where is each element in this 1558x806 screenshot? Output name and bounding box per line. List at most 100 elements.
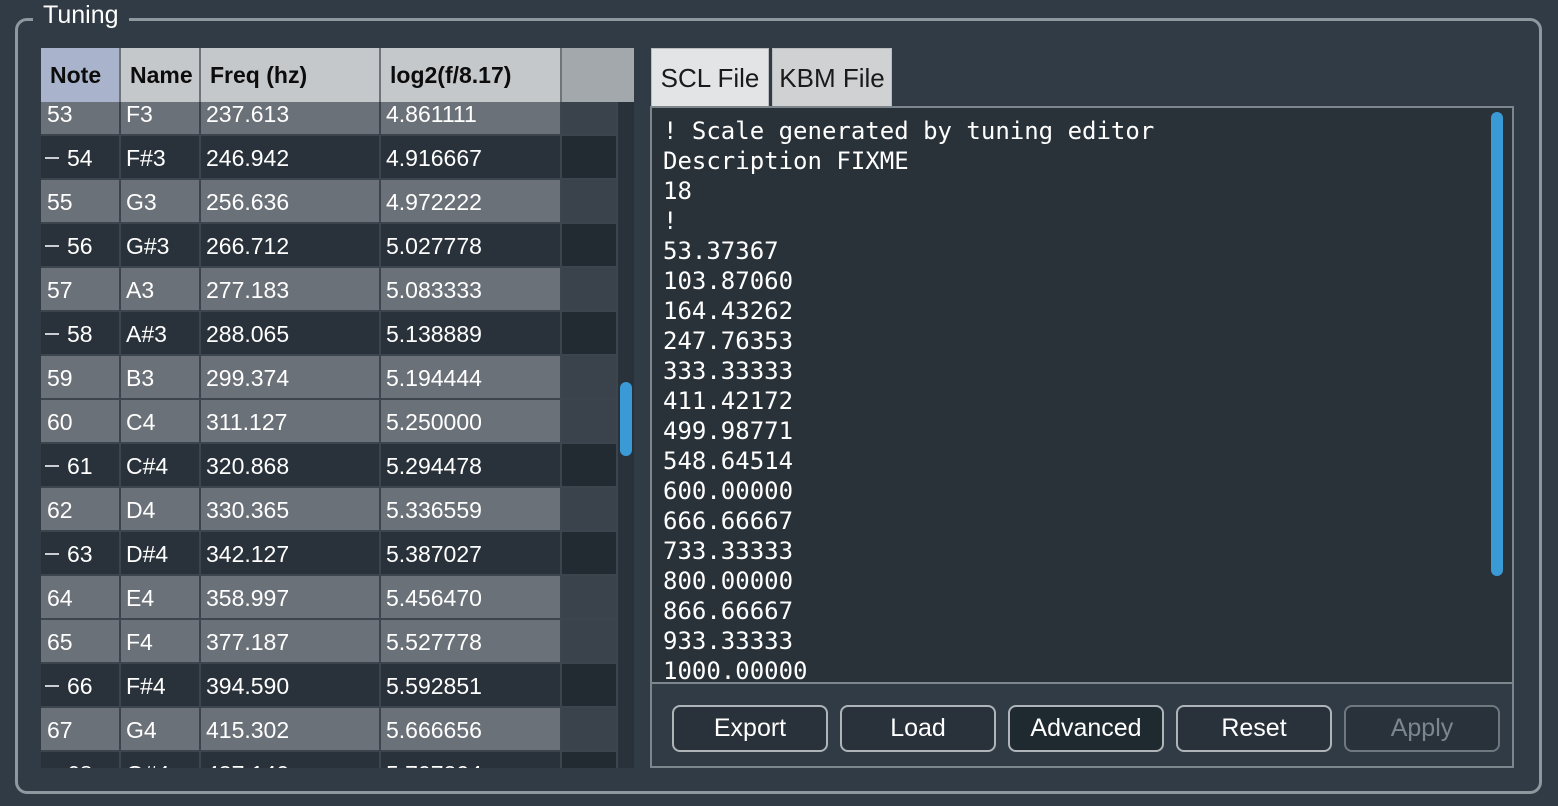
- name-cell: C#4: [121, 444, 201, 488]
- reset-button[interactable]: Reset: [1176, 705, 1332, 752]
- column-header-name[interactable]: Name: [121, 48, 201, 102]
- empty-cell: [562, 136, 618, 180]
- table-row[interactable]: 61 C#4 320.868 5.294478: [41, 444, 618, 488]
- name-cell: G#4: [121, 752, 201, 768]
- log2-cell: 5.138889: [381, 312, 562, 356]
- name-cell: A3: [121, 268, 201, 312]
- note-cell: 59: [41, 356, 121, 400]
- editor-line: ! Scale generated by tuning editor: [663, 117, 1155, 145]
- editor-line: 733.33333: [663, 537, 794, 565]
- empty-cell: [562, 312, 618, 356]
- name-cell: B3: [121, 356, 201, 400]
- editor-line: !: [663, 207, 678, 235]
- note-cell: 67: [41, 708, 121, 752]
- log2-cell: 5.250000: [381, 400, 562, 444]
- log2-cell: 5.083333: [381, 268, 562, 312]
- editor-line: 499.98771: [663, 417, 794, 445]
- empty-cell: [562, 180, 618, 224]
- table-row[interactable]: 59 B3 299.374 5.194444: [41, 356, 618, 400]
- editor-line: 333.33333: [663, 357, 794, 385]
- freq-cell: 342.127: [201, 532, 381, 576]
- freq-cell: 256.636: [201, 180, 381, 224]
- editor-scrollbar-thumb[interactable]: [1491, 112, 1503, 576]
- log2-cell: 4.916667: [381, 136, 562, 180]
- empty-cell: [562, 576, 618, 620]
- export-button[interactable]: Export: [672, 705, 828, 752]
- load-button[interactable]: Load: [840, 705, 996, 752]
- table-body[interactable]: 53 F3 237.613 4.861111 54 F#3 246.942 4.916667 5…: [41, 92, 618, 768]
- editor-line: 666.66667: [663, 507, 794, 535]
- table-row[interactable]: 64 E4 358.997 5.456470: [41, 576, 618, 620]
- column-header-note[interactable]: Note: [41, 48, 121, 102]
- table-scrollbar-thumb[interactable]: [620, 382, 632, 456]
- name-cell: C4: [121, 400, 201, 444]
- name-cell: F#4: [121, 664, 201, 708]
- freq-cell: 358.997: [201, 576, 381, 620]
- tree-branch-line: [45, 157, 59, 159]
- freq-cell: 330.365: [201, 488, 381, 532]
- name-cell: A#3: [121, 312, 201, 356]
- table-row[interactable]: 58 A#3 288.065 5.138889: [41, 312, 618, 356]
- tree-branch-line: [45, 685, 59, 687]
- editor-line: 103.87060: [663, 267, 794, 295]
- freq-cell: 320.868: [201, 444, 381, 488]
- advanced-button[interactable]: Advanced: [1008, 705, 1164, 752]
- name-cell: D#4: [121, 532, 201, 576]
- table-row[interactable]: 62 D4 330.365 5.336559: [41, 488, 618, 532]
- empty-cell: [562, 268, 618, 312]
- note-cell: 62: [41, 488, 121, 532]
- tab-scl-file[interactable]: SCL File: [651, 48, 769, 106]
- table-row[interactable]: 63 D#4 342.127 5.387027: [41, 532, 618, 576]
- table-row[interactable]: 55 G3 256.636 4.972222: [41, 180, 618, 224]
- empty-cell: [562, 532, 618, 576]
- apply-button[interactable]: Apply: [1344, 705, 1500, 752]
- editor-line: Description FIXME: [663, 147, 909, 175]
- editor-line: 933.33333: [663, 627, 794, 655]
- editor-line: 1000.00000: [663, 657, 808, 684]
- tree-branch-line: [45, 333, 59, 335]
- freq-cell: 394.590: [201, 664, 381, 708]
- log2-cell: 5.294478: [381, 444, 562, 488]
- tree-branch-line: [45, 465, 59, 467]
- table-row[interactable]: 66 F#4 394.590 5.592851: [41, 664, 618, 708]
- freq-cell: 266.712: [201, 224, 381, 268]
- name-cell: D4: [121, 488, 201, 532]
- log2-cell: 5.592851: [381, 664, 562, 708]
- column-header-log2[interactable]: log2(f/8.17): [381, 48, 562, 102]
- freq-cell: 415.302: [201, 708, 381, 752]
- empty-cell: [562, 620, 618, 664]
- name-cell: F4: [121, 620, 201, 664]
- editor-line: 800.00000: [663, 567, 794, 595]
- scl-text-editor[interactable]: ! Scale generated by tuning editor Descri…: [652, 108, 1512, 684]
- tree-branch-line: [45, 245, 59, 247]
- column-header-spacer: [562, 48, 634, 102]
- freq-cell: 437.140: [201, 752, 381, 768]
- name-cell: G3: [121, 180, 201, 224]
- name-cell: F#3: [121, 136, 201, 180]
- log2-cell: 5.336559: [381, 488, 562, 532]
- note-cell: 64: [41, 576, 121, 620]
- table-row[interactable]: 65 F4 377.187 5.527778: [41, 620, 618, 664]
- log2-cell: 5.666656: [381, 708, 562, 752]
- name-cell: G#3: [121, 224, 201, 268]
- freq-cell: 277.183: [201, 268, 381, 312]
- column-header-freq[interactable]: Freq (hz): [201, 48, 381, 102]
- table-row[interactable]: 68G#4437.1405.707204: [41, 752, 618, 768]
- editor-line: 548.64514: [663, 447, 794, 475]
- log2-cell: 5.707204: [381, 752, 562, 768]
- tree-branch-line: [45, 553, 59, 555]
- tab-kbm-file[interactable]: KBM File: [772, 48, 892, 106]
- table-row[interactable]: 56 G#3 266.712 5.027778: [41, 224, 618, 268]
- table-row[interactable]: 67 G4 415.302 5.666656: [41, 708, 618, 752]
- table-row[interactable]: 57 A3 277.183 5.083333: [41, 268, 618, 312]
- empty-cell: [562, 752, 618, 768]
- editor-line: 164.43262: [663, 297, 794, 325]
- log2-cell: 4.972222: [381, 180, 562, 224]
- table-row[interactable]: 60 C4 311.127 5.250000: [41, 400, 618, 444]
- table-row[interactable]: 54 F#3 246.942 4.916667: [41, 136, 618, 180]
- empty-cell: [562, 708, 618, 752]
- log2-cell: 5.194444: [381, 356, 562, 400]
- note-cell: 57: [41, 268, 121, 312]
- editor-line: 247.76353: [663, 327, 794, 355]
- freq-cell: 377.187: [201, 620, 381, 664]
